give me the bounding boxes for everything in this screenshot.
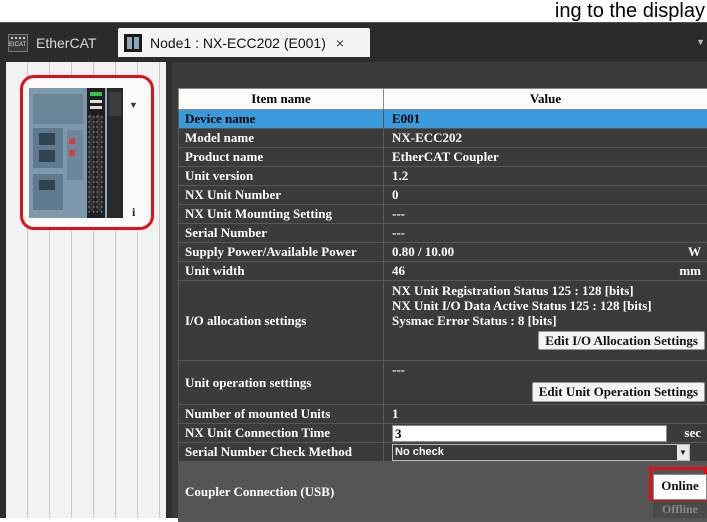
table-row[interactable]: Unit version 1.2 xyxy=(179,167,707,186)
row-value: NX Unit Registration Status 125 : 128 [b… xyxy=(384,281,707,361)
row-value: 0 xyxy=(384,186,707,205)
table-row[interactable]: NX Unit Mounting Setting --- xyxy=(179,205,707,224)
row-label: Model name xyxy=(179,129,384,148)
table-row[interactable]: NX Unit Number 0 xyxy=(179,186,707,205)
row-label: I/O allocation settings xyxy=(179,281,384,361)
close-icon[interactable]: × xyxy=(336,35,344,51)
row-value: --- xyxy=(384,205,707,224)
properties-table: Item name Value Device name E001 Model n… xyxy=(178,88,707,522)
column-header-value: Value xyxy=(384,89,707,110)
coupler-unit-image xyxy=(29,88,123,218)
row-value: 1.2 xyxy=(384,167,707,186)
io-allocation-line: NX Unit Registration Status 125 : 128 [b… xyxy=(392,283,701,298)
edit-unit-operation-settings-button[interactable]: Edit Unit Operation Settings xyxy=(532,382,705,402)
ethercat-icon xyxy=(8,34,28,52)
row-label: Unit width xyxy=(179,262,384,281)
table-row[interactable]: Supply Power/Available Power 0.80 / 10.0… xyxy=(179,243,707,262)
row-value[interactable]: E001 xyxy=(384,110,707,129)
coupler-device-highlight[interactable]: ▼ i xyxy=(20,75,154,230)
table-row[interactable]: NX Unit Connection Time 3 sec xyxy=(179,424,707,443)
row-value: EtherCAT Coupler xyxy=(384,148,707,167)
chevron-down-icon[interactable]: ▼ xyxy=(696,37,705,47)
table-header-row: Item name Value xyxy=(179,89,707,110)
row-value: --- xyxy=(384,224,707,243)
row-label: Device name xyxy=(179,110,384,129)
info-icon[interactable]: i xyxy=(132,205,135,220)
table-row[interactable]: I/O allocation settings NX Unit Registra… xyxy=(179,281,707,361)
row-label: Supply Power/Available Power xyxy=(179,243,384,262)
serial-check-method-value: No check xyxy=(395,446,444,458)
io-allocation-line: Sysmac Error Status : 8 [bits] xyxy=(392,313,701,328)
row-label: NX Unit Mounting Setting xyxy=(179,205,384,224)
row-label: Coupler Connection (USB) xyxy=(179,462,384,522)
unit-label: mm xyxy=(679,263,701,279)
row-label: NX Unit Number xyxy=(179,186,384,205)
unit-operation-value: --- xyxy=(392,362,701,378)
row-value: NX-ECC202 xyxy=(384,129,707,148)
row-label: NX Unit Connection Time xyxy=(179,424,384,443)
chevron-down-icon[interactable]: ▼ xyxy=(677,445,689,460)
table-row[interactable]: Serial Number Check Method No check ▼ xyxy=(179,443,707,462)
table-row[interactable]: Serial Number --- xyxy=(179,224,707,243)
unit-width-value: 46 xyxy=(392,263,405,278)
node-icon xyxy=(124,34,142,52)
io-allocation-line: NX Unit I/O Data Active Status 125 : 128… xyxy=(392,298,701,313)
row-value: No check ▼ xyxy=(384,443,707,462)
row-value: 3 sec xyxy=(384,424,707,443)
row-label: Product name xyxy=(179,148,384,167)
tab-ethercat[interactable]: EtherCAT xyxy=(8,28,116,57)
tab-node1-label: Node1 : NX-ECC202 (E001) xyxy=(150,35,326,51)
row-label: Number of mounted Units xyxy=(179,405,384,424)
column-header-item-name: Item name xyxy=(179,89,384,110)
row-value: --- Edit Unit Operation Settings xyxy=(384,361,707,405)
table-row[interactable]: Model name NX-ECC202 xyxy=(179,129,707,148)
row-label: Unit operation settings xyxy=(179,361,384,405)
editor-tab-bar: EtherCAT Node1 : NX-ECC202 (E001) × ▼ xyxy=(0,22,707,58)
supply-power-value: 0.80 / 10.00 xyxy=(392,244,454,259)
offline-button: Offline xyxy=(653,501,707,518)
table-row[interactable]: Coupler Connection (USB) xyxy=(179,462,707,522)
tab-ethercat-label: EtherCAT xyxy=(36,35,96,51)
row-value: 0.80 / 10.00 W xyxy=(384,243,707,262)
table-row[interactable]: Product name EtherCAT Coupler xyxy=(179,148,707,167)
row-label: Serial Number Check Method xyxy=(179,443,384,462)
row-value: 46 mm xyxy=(384,262,707,281)
row-label: Serial Number xyxy=(179,224,384,243)
row-value: 1 xyxy=(384,405,707,424)
serial-check-method-select[interactable]: No check ▼ xyxy=(392,444,690,461)
caption-text: ing to the display xyxy=(0,0,707,22)
unit-label: sec xyxy=(684,425,701,441)
online-button[interactable]: Online xyxy=(653,474,707,500)
table-row[interactable]: Device name E001 xyxy=(179,110,707,129)
connection-time-input[interactable]: 3 xyxy=(392,425,667,442)
table-row[interactable]: Unit operation settings --- Edit Unit Op… xyxy=(179,361,707,405)
edit-io-allocation-settings-button[interactable]: Edit I/O Allocation Settings xyxy=(538,331,705,350)
tab-node1[interactable]: Node1 : NX-ECC202 (E001) × xyxy=(118,28,370,57)
table-row[interactable]: Number of mounted Units 1 xyxy=(179,405,707,424)
chevron-down-icon[interactable]: ▼ xyxy=(129,100,138,110)
row-label: Unit version xyxy=(179,167,384,186)
unit-label: W xyxy=(688,244,701,260)
table-row[interactable]: Unit width 46 mm xyxy=(179,262,707,281)
